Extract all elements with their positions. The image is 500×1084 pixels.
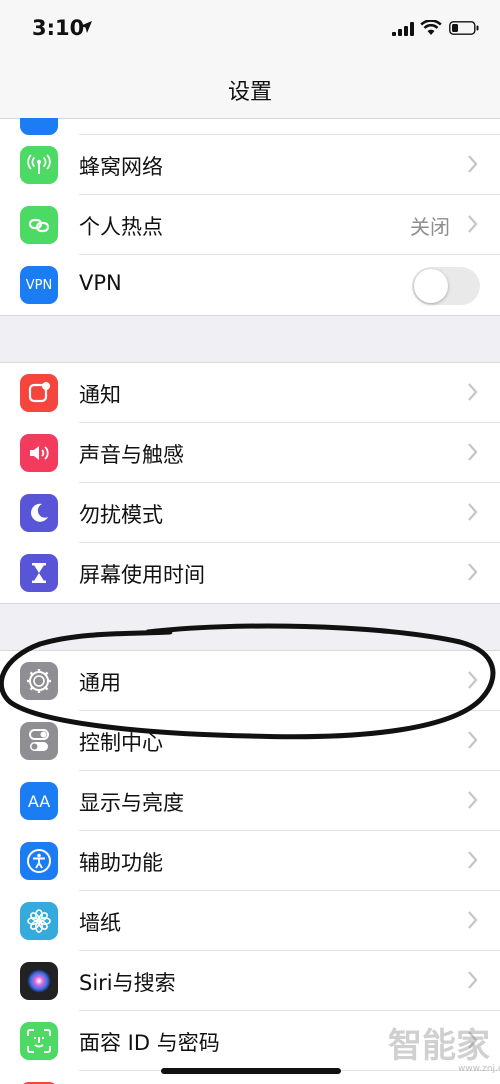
settings-list[interactable]: 蜂窝网络 个人热点 关闭 VPN VPN 通知 声音与触感 勿扰模式 屏幕使用时… <box>0 118 500 1084</box>
watermark-text: 智能家 <box>388 1026 490 1066</box>
row-label: 辅助功能 <box>79 851 163 875</box>
vpn-icon-text: VPN <box>25 277 53 293</box>
chevron-right-icon <box>468 563 478 581</box>
battery-icon <box>449 21 479 35</box>
hand-drawn-circle-annotation <box>0 623 496 740</box>
chevron-right-icon <box>468 851 478 869</box>
chevron-right-icon <box>468 791 478 809</box>
status-bar: 3:10 <box>0 0 500 62</box>
row-label: 墙纸 <box>79 911 121 935</box>
row-label: Siri与搜索 <box>79 971 176 995</box>
chevron-right-icon <box>468 971 478 989</box>
row-label: 勿扰模式 <box>79 503 163 527</box>
row-display-brightness[interactable]: AA 显示与亮度 <box>0 771 500 831</box>
speaker-icon <box>20 434 58 472</box>
display-brightness-icon: AA <box>20 782 58 820</box>
hotspot-status-value: 关闭 <box>410 215 450 239</box>
page-title: 设置 <box>227 80 272 105</box>
wifi-icon <box>420 20 442 35</box>
bluetooth-icon <box>20 118 58 135</box>
chevron-right-icon <box>468 443 478 461</box>
moon-icon <box>20 494 58 532</box>
siri-icon <box>20 962 58 1000</box>
row-label: 蜂窝网络 <box>79 155 163 179</box>
hourglass-icon <box>20 554 58 592</box>
partial-row-bluetooth[interactable] <box>0 118 500 135</box>
row-sounds-haptics[interactable]: 声音与触感 <box>0 423 500 483</box>
row-label: 通知 <box>79 383 121 407</box>
cellular-signal-icon <box>392 22 414 36</box>
row-notifications[interactable]: 通知 <box>0 363 500 423</box>
wallpaper-flower-icon <box>20 902 58 940</box>
chevron-right-icon <box>468 215 478 233</box>
watermark-url: www.znj.com <box>458 1064 500 1074</box>
toggle-knob <box>414 269 448 303</box>
nav-bar: 设置 <box>0 62 500 118</box>
home-indicator <box>161 1068 341 1074</box>
row-label: 面容 ID 与密码 <box>79 1031 220 1055</box>
row-wallpaper[interactable]: 墙纸 <box>0 891 500 951</box>
chevron-right-icon <box>468 503 478 521</box>
personal-hotspot-icon <box>20 206 58 244</box>
settings-group-connectivity: 蜂窝网络 个人热点 关闭 VPN VPN <box>0 118 500 316</box>
row-label: 显示与亮度 <box>79 791 184 815</box>
row-vpn[interactable]: VPN VPN <box>0 255 500 315</box>
section-gap <box>0 316 500 362</box>
chevron-right-icon <box>468 383 478 401</box>
location-arrow-icon <box>80 21 92 33</box>
row-label: VPN <box>79 271 122 295</box>
settings-group-notifications: 通知 声音与触感 勿扰模式 屏幕使用时间 <box>0 362 500 604</box>
row-siri-search[interactable]: Siri与搜索 <box>0 951 500 1011</box>
accessibility-icon <box>20 842 58 880</box>
vpn-icon: VPN <box>20 266 58 304</box>
row-cellular[interactable]: 蜂窝网络 <box>0 135 500 195</box>
row-label: 屏幕使用时间 <box>79 563 205 587</box>
cellular-antenna-icon <box>20 146 58 184</box>
vpn-toggle[interactable] <box>412 267 480 305</box>
face-id-icon <box>20 1022 58 1060</box>
row-label: 个人热点 <box>79 215 163 239</box>
chevron-right-icon <box>468 911 478 929</box>
row-label: 声音与触感 <box>79 443 184 467</box>
display-icon-text: AA <box>27 791 51 811</box>
chevron-right-icon <box>468 155 478 173</box>
row-screen-time[interactable]: 屏幕使用时间 <box>0 543 500 603</box>
notifications-icon <box>20 374 58 412</box>
row-personal-hotspot[interactable]: 个人热点 关闭 <box>0 195 500 255</box>
row-accessibility[interactable]: 辅助功能 <box>0 831 500 891</box>
status-time: 3:10 <box>32 16 85 40</box>
row-do-not-disturb[interactable]: 勿扰模式 <box>0 483 500 543</box>
